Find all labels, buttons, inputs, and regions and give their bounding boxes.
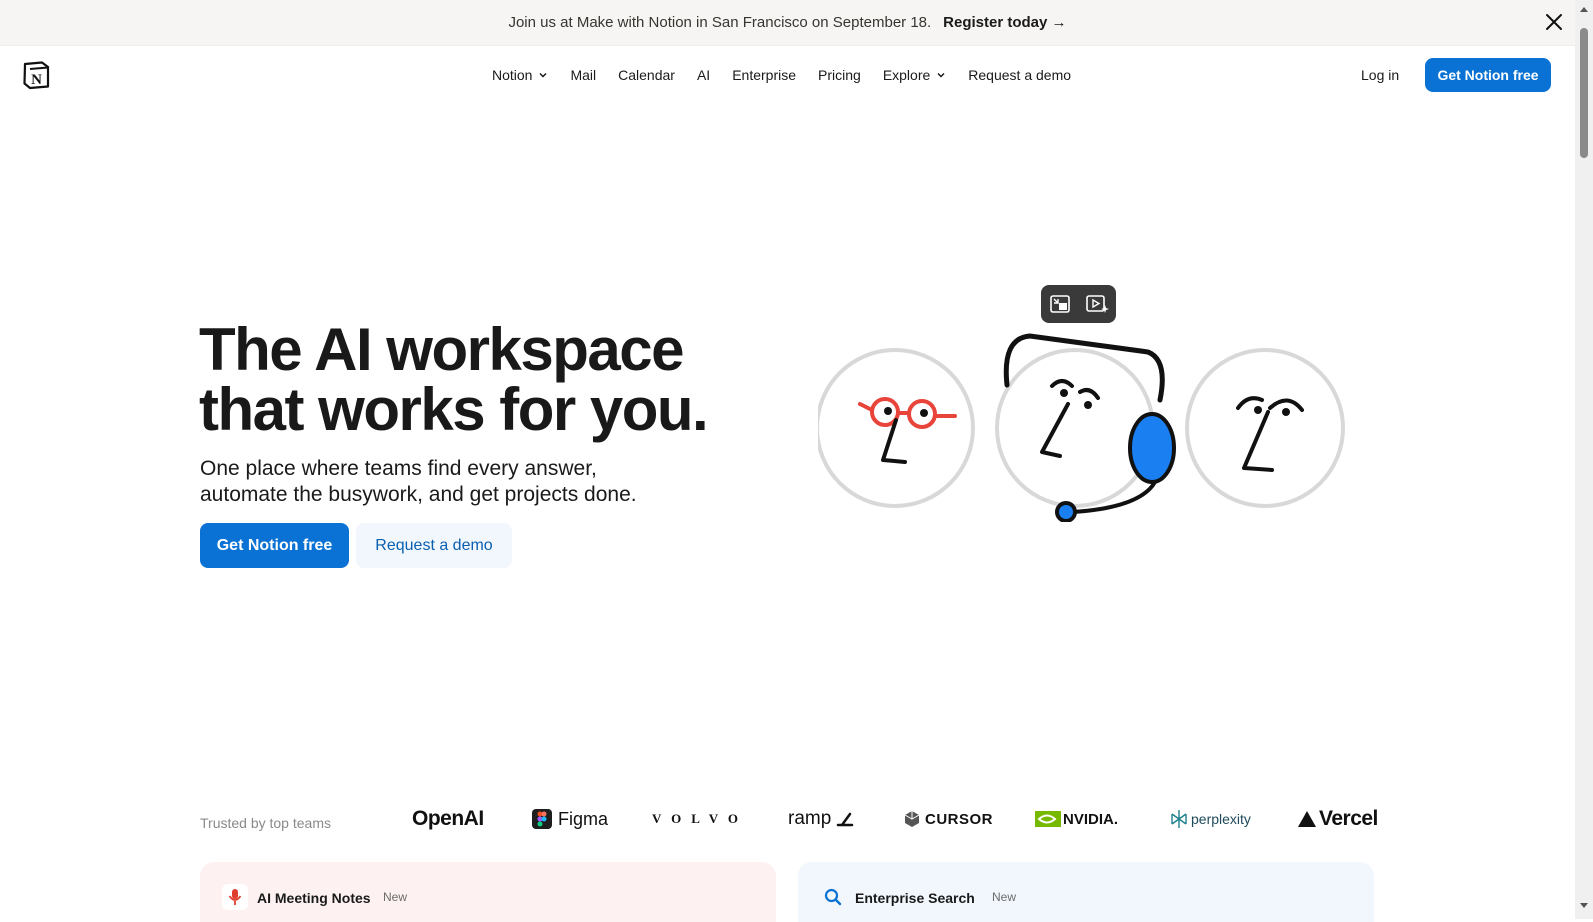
card-title: AI Meeting Notes xyxy=(257,890,371,906)
cursor-cube-icon xyxy=(904,811,920,827)
banner-message: Join us at Make with Notion in San Franc… xyxy=(508,14,932,31)
main-nav: N Notion Mail Calendar AI Enterprise Pri… xyxy=(0,45,1575,107)
hero-request-demo-button[interactable]: Request a demo xyxy=(356,523,512,568)
nav-item-explore[interactable]: Explore xyxy=(883,67,946,83)
nav-item-enterprise[interactable]: Enterprise xyxy=(732,67,796,83)
vercel-triangle-icon xyxy=(1298,811,1316,827)
card-title: Enterprise Search xyxy=(855,890,975,906)
new-badge: New xyxy=(992,890,1017,904)
play-sparkle-icon[interactable] xyxy=(1084,291,1110,317)
logo-text: NVIDIA. xyxy=(1063,810,1119,828)
chevron-down-icon xyxy=(937,73,945,78)
register-link[interactable]: Register today → xyxy=(943,14,1066,31)
cursor-logo: CURSOR xyxy=(904,806,993,832)
figma-logo: Figma xyxy=(532,806,608,832)
nav-item-label: Request a demo xyxy=(968,67,1072,83)
nav-item-mail[interactable]: Mail xyxy=(570,67,596,83)
face-glasses-icon xyxy=(818,348,975,508)
hero-title: The AI workspace that works for you. xyxy=(199,320,759,440)
hero-get-notion-free-button[interactable]: Get Notion free xyxy=(200,523,349,568)
page-scrollbar[interactable] xyxy=(1575,0,1593,919)
nav-item-label: Pricing xyxy=(818,67,861,83)
close-banner-icon[interactable] xyxy=(1543,11,1565,33)
logo-text: VOLVO xyxy=(652,811,748,826)
nav-item-notion[interactable]: Notion xyxy=(492,67,548,83)
nav-item-ai[interactable]: AI xyxy=(697,67,710,83)
hero-title-line: The AI workspace xyxy=(199,316,684,383)
logo-text: Figma xyxy=(558,808,609,829)
nvidia-eye-icon xyxy=(1035,811,1061,827)
ramp-arrow-icon xyxy=(837,812,854,827)
perplexity-icon xyxy=(1171,810,1187,828)
nav-item-calendar[interactable]: Calendar xyxy=(618,67,675,83)
scrollbar-thumb[interactable] xyxy=(1580,28,1588,158)
nav-item-label: Mail xyxy=(570,67,597,83)
openai-logo: OpenAI xyxy=(412,806,484,832)
login-link[interactable]: Log in xyxy=(1361,67,1399,83)
hero-subtitle-line: automate the busywork, and get projects … xyxy=(200,483,637,506)
figma-icon xyxy=(532,809,552,829)
logo-text: Vercel xyxy=(1319,807,1378,830)
hero-title-line: that works for you. xyxy=(199,376,709,443)
get-notion-free-button[interactable]: Get Notion free xyxy=(1425,58,1551,92)
feature-card-meeting-notes[interactable]: AI Meeting Notes New xyxy=(200,862,776,922)
face-plain-icon xyxy=(1185,348,1345,508)
new-badge: New xyxy=(383,890,408,904)
vercel-logo: Vercel xyxy=(1297,806,1378,832)
nav-item-label: Explore xyxy=(882,67,931,83)
logo-text: CURSOR xyxy=(925,810,994,828)
logo-text: perplexity xyxy=(1191,811,1251,827)
face-headset-icon xyxy=(995,333,1176,522)
ramp-logo: ramp xyxy=(788,806,854,832)
nav-menu: Notion Mail Calendar AI Enterprise Prici… xyxy=(492,67,1093,83)
nav-item-request-demo[interactable]: Request a demo xyxy=(968,67,1071,83)
nav-item-label: Enterprise xyxy=(732,67,797,83)
logo-text: ramp xyxy=(788,808,832,829)
feature-card-enterprise-search[interactable]: Enterprise Search New xyxy=(798,862,1374,922)
scroll-down-icon[interactable] xyxy=(1579,902,1589,910)
video-controls xyxy=(1041,285,1116,323)
chevron-down-icon xyxy=(539,73,547,78)
perplexity-logo: perplexity xyxy=(1170,806,1251,832)
svg-text:N: N xyxy=(31,72,42,88)
trusted-label: Trusted by top teams xyxy=(200,815,331,831)
nvidia-logo: NVIDIA. xyxy=(1035,806,1118,832)
nav-item-label: Notion xyxy=(492,67,533,83)
logo-text: OpenAI xyxy=(412,807,484,830)
search-icon xyxy=(820,884,846,910)
scroll-up-icon[interactable] xyxy=(1579,5,1589,13)
nav-item-label: AI xyxy=(696,67,711,83)
nav-item-pricing[interactable]: Pricing xyxy=(818,67,861,83)
microphone-icon xyxy=(222,884,248,910)
hero-subtitle-line: One place where teams find every answer, xyxy=(200,457,597,480)
nav-item-label: Calendar xyxy=(618,67,675,83)
announcement-banner: Join us at Make with Notion in San Franc… xyxy=(0,0,1575,46)
notion-logo-icon[interactable]: N xyxy=(21,60,51,90)
volvo-logo: VOLVO xyxy=(652,806,748,832)
pip-icon[interactable] xyxy=(1047,291,1073,317)
hero-subtitle: One place where teams find every answer,… xyxy=(200,456,680,508)
